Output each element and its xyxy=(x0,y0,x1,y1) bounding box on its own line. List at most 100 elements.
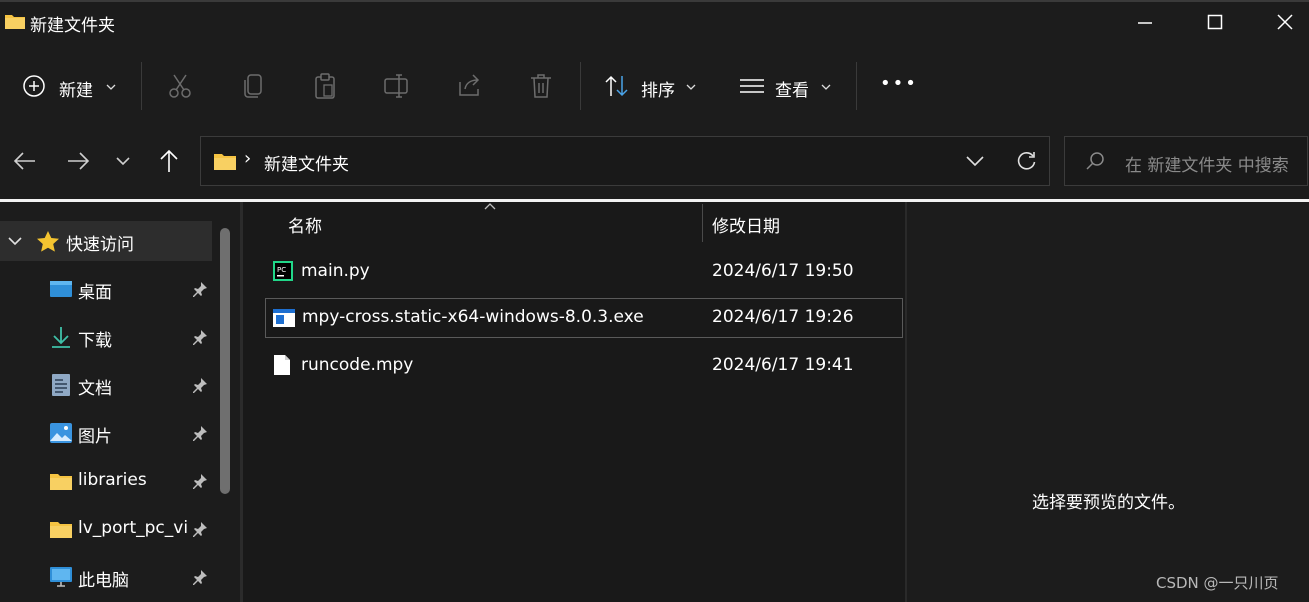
pin-icon[interactable] xyxy=(192,281,208,297)
pin-icon[interactable] xyxy=(192,521,208,537)
star-icon xyxy=(37,231,59,252)
paste-button[interactable] xyxy=(311,72,339,100)
document-icon xyxy=(52,374,70,396)
chevron-down-icon xyxy=(116,157,130,166)
window-title: 新建文件夹 xyxy=(30,16,115,36)
rename-icon xyxy=(384,74,408,98)
chevron-down-icon[interactable] xyxy=(966,155,984,167)
blank-file-icon xyxy=(274,355,290,375)
sidebar-label: 桌面 xyxy=(78,283,112,303)
address-bar[interactable]: › 新建文件夹 xyxy=(200,136,1050,186)
share-icon xyxy=(459,74,480,96)
minimize-icon xyxy=(1138,22,1152,24)
back-button[interactable] xyxy=(13,150,37,172)
folder-icon xyxy=(4,12,26,30)
file-date: 2024/6/17 19:26 xyxy=(712,307,854,327)
sidebar-item-this-pc[interactable]: 此电脑 xyxy=(0,557,212,597)
breadcrumb-current-folder[interactable]: 新建文件夹 xyxy=(264,150,349,175)
file-row[interactable]: PC main.py 2024/6/17 19:50 xyxy=(265,252,903,292)
svg-text:PC: PC xyxy=(277,266,286,274)
pycharm-file-icon: PC xyxy=(273,261,293,281)
arrow-up-icon xyxy=(160,149,178,172)
sidebar-scrollbar[interactable] xyxy=(220,228,230,494)
watermark-text: CSDN @一只川页 xyxy=(1156,574,1279,592)
search-placeholder: 在 新建文件夹 中搜索 xyxy=(1125,156,1289,176)
minimize-button[interactable] xyxy=(1114,0,1176,44)
cut-button[interactable] xyxy=(166,72,194,100)
chevron-down-icon xyxy=(106,84,116,90)
sidebar-item-documents[interactable]: 文档 xyxy=(0,365,212,405)
sidebar-item-lv-port-pc[interactable]: lv_port_pc_vi xyxy=(0,509,212,549)
download-icon xyxy=(52,327,70,348)
recent-locations-button[interactable] xyxy=(115,155,131,167)
toolbar-divider xyxy=(580,62,581,110)
plus-circle-icon xyxy=(23,75,45,97)
trash-icon xyxy=(531,74,551,98)
pc-icon xyxy=(50,567,72,587)
pin-icon[interactable] xyxy=(192,377,208,393)
delete-button[interactable] xyxy=(527,72,555,100)
list-view-icon xyxy=(740,79,764,93)
folder-icon xyxy=(50,522,72,538)
sort-ascending-icon xyxy=(484,203,496,210)
chevron-down-icon xyxy=(821,84,831,90)
maximize-icon xyxy=(1207,14,1223,30)
share-button[interactable] xyxy=(455,72,483,100)
refresh-icon[interactable] xyxy=(1015,150,1037,172)
sidebar-item-desktop[interactable]: 桌面 xyxy=(0,269,212,309)
pin-icon[interactable] xyxy=(192,329,208,345)
file-name: main.py xyxy=(301,261,370,281)
sidebar-item-downloads[interactable]: 下载 xyxy=(0,317,212,357)
preview-pane xyxy=(905,202,1309,602)
sidebar-item-libraries[interactable]: libraries xyxy=(0,461,212,501)
sidebar-label: libraries xyxy=(78,470,147,490)
arrow-left-icon xyxy=(13,152,35,170)
file-row[interactable]: mpy-cross.static-x64-windows-8.0.3.exe 2… xyxy=(265,298,903,338)
clipboard-icon xyxy=(315,73,335,99)
sort-icon xyxy=(605,75,628,97)
more-options-button[interactable]: ••• xyxy=(880,73,918,94)
folder-icon xyxy=(214,154,236,170)
chevron-down-icon xyxy=(686,84,696,90)
view-button[interactable]: 查看 xyxy=(732,66,842,106)
column-header-date[interactable]: 修改日期 xyxy=(712,212,780,237)
picture-icon xyxy=(50,423,72,443)
search-icon xyxy=(1086,152,1104,170)
sidebar-label: 图片 xyxy=(78,427,112,447)
sidebar-item-pictures[interactable]: 图片 xyxy=(0,413,212,453)
sidebar-label-quick-access: 快速访问 xyxy=(66,235,134,255)
chevron-down-icon[interactable] xyxy=(8,236,22,246)
view-label: 查看 xyxy=(775,81,809,101)
new-button[interactable]: 新建 xyxy=(14,66,124,106)
forward-button[interactable] xyxy=(66,150,90,172)
toolbar-divider xyxy=(141,62,142,110)
pin-icon[interactable] xyxy=(192,473,208,489)
sidebar-label: lv_port_pc_vi xyxy=(78,518,189,538)
sidebar-label: 此电脑 xyxy=(78,571,129,591)
file-date: 2024/6/17 19:50 xyxy=(712,261,854,281)
rename-button[interactable] xyxy=(383,72,411,100)
maximize-button[interactable] xyxy=(1184,0,1246,44)
title-bar xyxy=(0,0,1309,46)
column-divider[interactable] xyxy=(702,204,703,242)
close-button[interactable] xyxy=(1254,0,1309,44)
preview-message: 选择要预览的文件。 xyxy=(1032,493,1185,513)
search-box[interactable]: 在 新建文件夹 中搜索 xyxy=(1064,136,1308,186)
desktop-icon xyxy=(50,281,72,297)
exe-file-icon xyxy=(273,309,295,327)
copy-icon xyxy=(244,74,262,98)
pin-icon[interactable] xyxy=(192,569,208,585)
sidebar-item-quick-access[interactable]: 快速访问 xyxy=(0,221,212,261)
pin-icon[interactable] xyxy=(192,425,208,441)
breadcrumb-separator: › xyxy=(244,148,252,169)
close-icon xyxy=(1277,14,1293,30)
toolbar-divider xyxy=(856,62,857,110)
file-name: mpy-cross.static-x64-windows-8.0.3.exe xyxy=(302,307,644,327)
scissors-icon xyxy=(169,74,191,98)
column-header-name[interactable]: 名称 xyxy=(288,212,322,237)
file-row[interactable]: runcode.mpy 2024/6/17 19:41 xyxy=(265,346,903,386)
copy-button[interactable] xyxy=(240,72,268,100)
sort-button[interactable]: 排序 xyxy=(598,66,708,106)
up-button[interactable] xyxy=(158,149,180,173)
file-date: 2024/6/17 19:41 xyxy=(712,355,854,375)
